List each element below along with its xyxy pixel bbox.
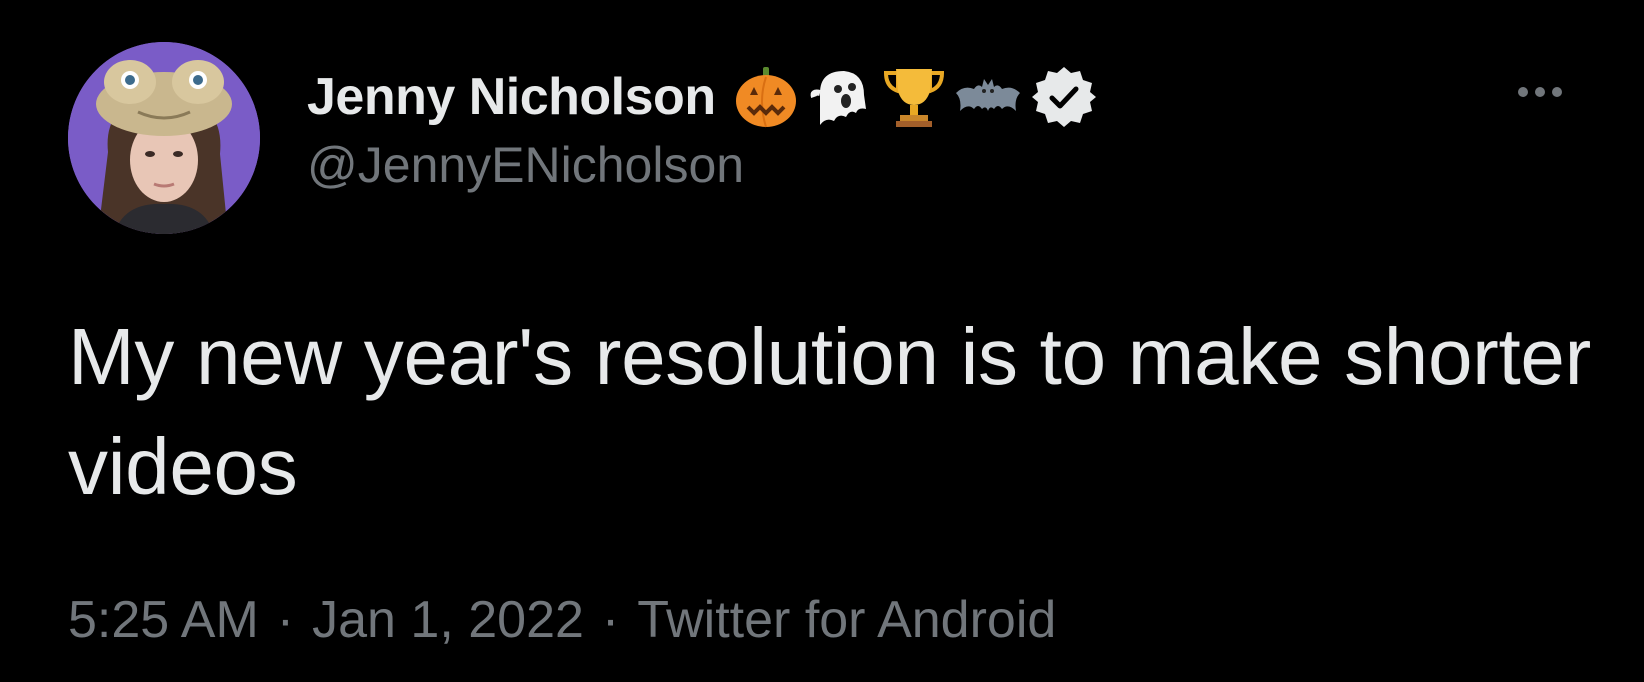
verified-badge-icon[interactable] [1030, 63, 1098, 131]
ghost-icon [810, 71, 866, 125]
name-row: Jenny Nicholson [307, 62, 1098, 132]
tweet-text: My new year's resolution is to make shor… [68, 312, 1591, 511]
bat-icon [955, 79, 1020, 111]
tweet-date[interactable]: Jan 1, 2022 [312, 590, 584, 650]
trophy-icon [883, 69, 944, 127]
display-name[interactable]: Jenny Nicholson [307, 67, 716, 127]
dot [1518, 87, 1528, 97]
avatar[interactable] [68, 42, 260, 234]
avatar-image [68, 42, 260, 234]
name-emojis [732, 63, 1022, 131]
more-options-icon[interactable] [1500, 72, 1580, 112]
dot [1535, 87, 1545, 97]
tweet: Jenny Nicholson @JennyENicholson My new … [0, 0, 1644, 682]
user-handle[interactable]: @JennyENicholson [307, 136, 1098, 194]
separator: · [276, 591, 295, 649]
tweet-metadata: 5:25 AM · Jan 1, 2022 · Twitter for Andr… [68, 590, 1056, 650]
dot [1552, 87, 1562, 97]
tweet-header: Jenny Nicholson @JennyENicholson [307, 62, 1098, 202]
tweet-source[interactable]: Twitter for Android [637, 590, 1056, 650]
tweet-time[interactable]: 5:25 AM [68, 590, 259, 650]
separator: · [601, 591, 620, 649]
jack-o-lantern-icon [735, 67, 796, 128]
